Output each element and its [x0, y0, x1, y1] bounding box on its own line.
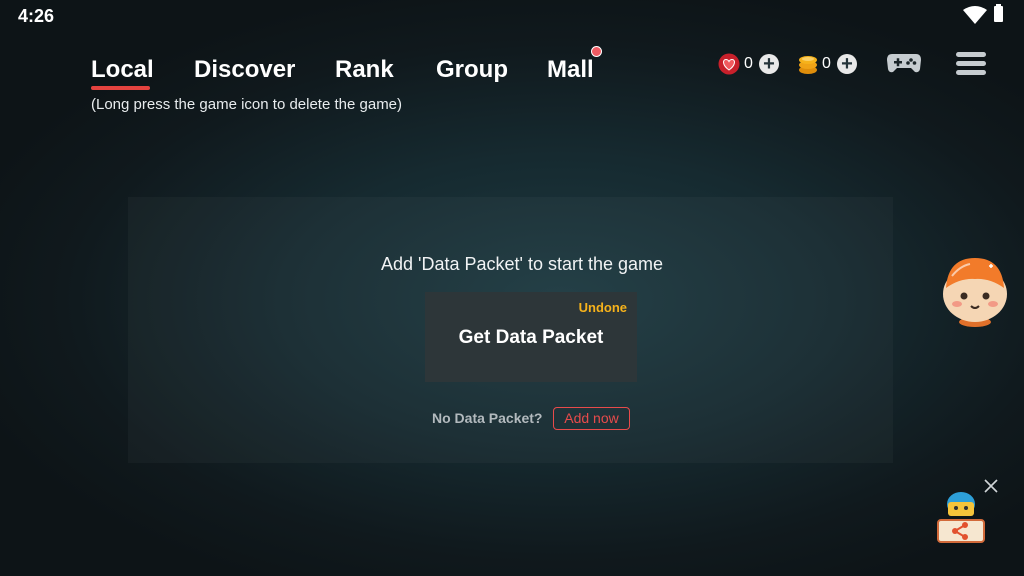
status-bar: 4:26: [0, 0, 1024, 32]
mall-notification-dot: [591, 46, 602, 57]
gamepad-icon[interactable]: [886, 52, 922, 74]
menu-icon[interactable]: [956, 52, 986, 79]
tab-group[interactable]: Group: [436, 56, 508, 84]
no-packet-text: No Data Packet?: [432, 410, 543, 426]
coin-icon: [799, 56, 817, 74]
hearts-counter: 0 +: [718, 52, 779, 76]
tab-rank[interactable]: Rank: [335, 56, 394, 84]
mascot-icon[interactable]: [940, 252, 1010, 328]
battery-icon: [994, 4, 1003, 22]
delete-hint: (Long press the game icon to delete the …: [91, 96, 403, 113]
panel-title: Add 'Data Packet' to start the game: [380, 254, 664, 274]
active-tab-indicator: [91, 86, 150, 90]
tab-mall[interactable]: Mall: [547, 56, 594, 84]
wifi-icon: [963, 6, 987, 24]
share-mascot-icon[interactable]: [934, 490, 988, 546]
get-data-packet-button[interactable]: Undone Get Data Packet: [425, 292, 637, 382]
tab-local[interactable]: Local: [91, 56, 154, 84]
plus-icon: +: [763, 53, 775, 75]
add-coins-button[interactable]: +: [836, 53, 857, 75]
packet-status-badge: Undone: [578, 300, 627, 315]
plus-icon: +: [841, 53, 853, 75]
coins-count: 0: [822, 55, 831, 72]
heart-icon: [718, 53, 740, 75]
coins-counter: 0 +: [798, 52, 857, 76]
get-data-packet-label: Get Data Packet: [458, 327, 604, 348]
add-hearts-button[interactable]: +: [758, 53, 779, 75]
status-time: 4:26: [18, 6, 55, 26]
tab-discover[interactable]: Discover: [194, 56, 295, 84]
hearts-count: 0: [744, 55, 753, 72]
add-now-button[interactable]: Add now: [553, 407, 630, 430]
